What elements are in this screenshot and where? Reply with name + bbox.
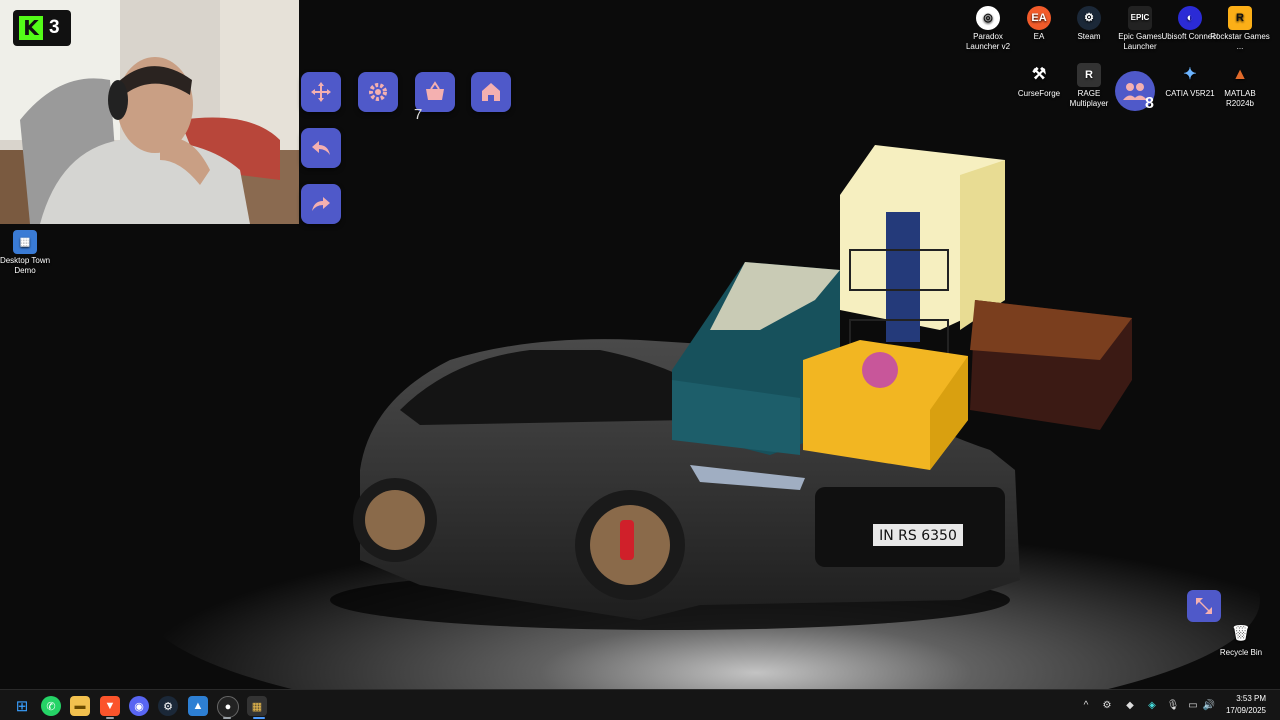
catia-icon: ✦ xyxy=(1183,66,1197,83)
whatsapp-icon[interactable]: ✆ xyxy=(41,696,61,716)
desktop-icon-label: Desktop Town Demo xyxy=(0,256,51,275)
matlab-icon: ▲ xyxy=(1232,66,1248,83)
curseforge-icon: ⚒ xyxy=(1031,66,1047,83)
photos-icon[interactable]: ▲ xyxy=(188,696,208,716)
resize-arrows-icon xyxy=(1196,598,1212,614)
desktop-town-icon: ▦ xyxy=(13,230,37,254)
discord-icon[interactable]: ◉ xyxy=(129,696,149,716)
desktop-icon-desktop-town-demo[interactable]: ▦ Desktop Town Demo xyxy=(0,230,55,276)
basket-icon xyxy=(426,81,444,100)
taskbar-clock[interactable]: 3:53 PM 17/09/2025 xyxy=(1226,693,1266,717)
clock-date: 17/09/2025 xyxy=(1225,706,1266,715)
resize-button[interactable] xyxy=(1187,590,1221,622)
basket-count: 7 xyxy=(414,106,423,123)
obs-icon[interactable]: ● xyxy=(217,696,239,718)
undo-button[interactable] xyxy=(301,128,341,168)
kick-viewer-badge: K 3 xyxy=(13,10,71,46)
recycle-bin-icon: 🗑 xyxy=(1231,625,1251,642)
desktop-icon-label: RAGE Multiplayer xyxy=(1069,89,1109,108)
file-explorer-icon[interactable]: ▬ xyxy=(70,696,90,716)
steam-icon: ⚙ xyxy=(1077,6,1101,30)
webcam-overlay: K 3 xyxy=(0,0,299,224)
vpn-tray-icon[interactable]: ◈ xyxy=(1146,699,1158,711)
desktop-icon-label: Recycle Bin xyxy=(1219,648,1263,657)
settings-button[interactable] xyxy=(358,72,398,112)
microphone-icon[interactable]: 🎙 xyxy=(1167,699,1180,711)
desktop-icon-rage-multiplayer[interactable]: R RAGE Multiplayer xyxy=(1059,63,1119,109)
visitors-count: 8 xyxy=(1145,95,1154,112)
taskbar: ⊞ ✆ ▬ ▼ ◉ ⚙ ▲ ● ▦ ^ ⚙ ◆ ◈ 🎙 ▭ 🔊 3:53 PM … xyxy=(0,689,1280,720)
network-icon[interactable]: ▭ xyxy=(1187,699,1199,711)
paradox-icon: ◎ xyxy=(976,6,1000,30)
desktop-icon-label: Rockstar Games ... xyxy=(1210,32,1270,51)
chevron-up-icon[interactable]: ^ xyxy=(1080,699,1092,711)
desktop-icon-matlab[interactable]: ▲ MATLAB R2024b xyxy=(1210,63,1270,109)
redo-arrow-icon xyxy=(312,197,330,211)
obs-active-indicator xyxy=(223,717,231,719)
brave-active-indicator xyxy=(106,717,114,719)
move-arrows-icon xyxy=(311,82,331,102)
kick-logo-icon: K xyxy=(19,16,43,40)
epic-games-icon: EPIC xyxy=(1128,6,1152,30)
desktop-town-active-indicator xyxy=(253,717,265,719)
desktop-town-taskbar-icon[interactable]: ▦ xyxy=(247,696,267,716)
steam-tray-icon[interactable]: ⚙ xyxy=(1101,699,1113,711)
brave-icon[interactable]: ▼ xyxy=(100,696,120,716)
steam-taskbar-icon[interactable]: ⚙ xyxy=(158,696,178,716)
redo-button[interactable] xyxy=(301,184,341,224)
clock-time: 3:53 PM xyxy=(1236,694,1266,703)
svg-text:IN RS 6350: IN RS 6350 xyxy=(879,528,957,544)
ubisoft-icon: ◐ xyxy=(1178,6,1202,30)
gear-icon xyxy=(369,83,387,101)
viewer-count: 3 xyxy=(49,17,60,38)
tray-app-icon[interactable]: ◆ xyxy=(1124,699,1136,711)
undo-arrow-icon xyxy=(312,141,330,155)
move-tool-button[interactable] xyxy=(301,72,341,112)
volume-icon[interactable]: 🔊 xyxy=(1203,699,1215,711)
desktop-icon-label: MATLAB R2024b xyxy=(1224,89,1256,108)
home-icon xyxy=(482,83,500,101)
desktop-icon-rockstar[interactable]: R Rockstar Games ... xyxy=(1210,6,1270,52)
rage-mp-icon: R xyxy=(1077,63,1101,87)
home-button[interactable] xyxy=(471,72,511,112)
ea-icon: EA xyxy=(1027,6,1051,30)
desktop-icon-recycle-bin[interactable]: 🗑 Recycle Bin xyxy=(1211,622,1271,658)
windows-start-icon[interactable]: ⊞ xyxy=(12,696,32,716)
rockstar-icon: R xyxy=(1228,6,1252,30)
